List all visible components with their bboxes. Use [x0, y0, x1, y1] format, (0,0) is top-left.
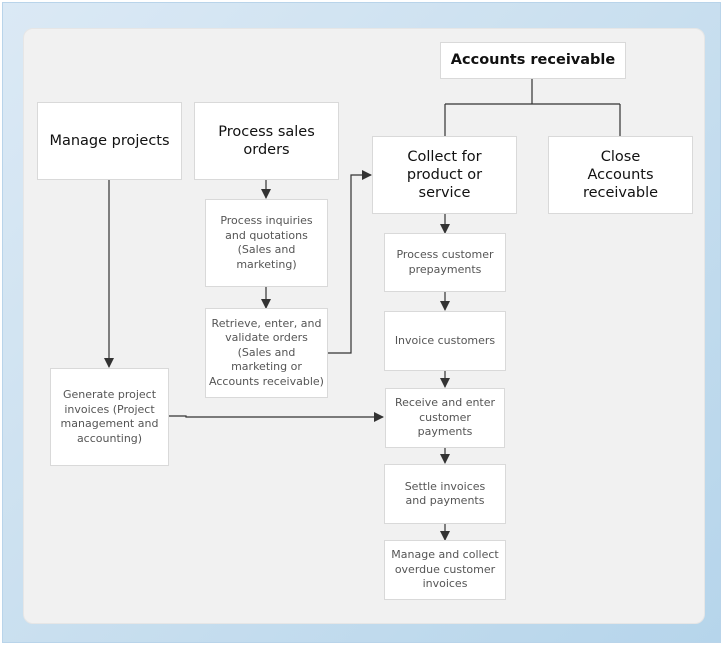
- node-label: Settle invoices and payments: [404, 479, 486, 508]
- node-label: Manage projects: [49, 133, 170, 149]
- node-label: Invoice customers: [394, 333, 496, 347]
- node-process-inquiries[interactable]: Process inquiries and quotations (Sales …: [205, 199, 328, 287]
- node-label: Manage and collect overdue customer invo…: [391, 548, 499, 591]
- node-manage-projects[interactable]: Manage projects: [37, 102, 182, 180]
- node-retrieve-orders[interactable]: Retrieve, enter, and validate orders (Sa…: [205, 308, 328, 398]
- node-accounts-receivable[interactable]: Accounts receivable: [440, 42, 626, 79]
- node-process-prepayments[interactable]: Process customer prepayments: [384, 233, 506, 292]
- node-close-accounts-receivable[interactable]: Close Accounts receivable: [548, 136, 693, 214]
- node-label: Process sales orders: [218, 124, 315, 158]
- node-label: Retrieve, enter, and validate orders (Sa…: [209, 316, 324, 388]
- node-process-sales-orders[interactable]: Process sales orders: [194, 102, 339, 180]
- node-manage-overdue[interactable]: Manage and collect overdue customer invo…: [384, 540, 506, 600]
- node-label: Generate project invoices (Project manag…: [60, 388, 159, 445]
- node-label: Accounts receivable: [450, 52, 616, 69]
- node-label: Process inquiries and quotations (Sales …: [220, 214, 313, 271]
- node-label: Receive and enter customer payments: [394, 396, 496, 439]
- diagram-frame: [2, 2, 721, 643]
- node-label: Close Accounts receivable: [582, 149, 659, 201]
- node-label: Collect for product or service: [406, 149, 483, 201]
- node-invoice-customers[interactable]: Invoice customers: [384, 311, 506, 371]
- node-receive-payments[interactable]: Receive and enter customer payments: [385, 388, 505, 448]
- node-label: Process customer prepayments: [396, 248, 494, 276]
- node-collect-for-product[interactable]: Collect for product or service: [372, 136, 517, 214]
- node-generate-project-invoices[interactable]: Generate project invoices (Project manag…: [50, 368, 169, 466]
- node-settle-invoices[interactable]: Settle invoices and payments: [384, 464, 506, 524]
